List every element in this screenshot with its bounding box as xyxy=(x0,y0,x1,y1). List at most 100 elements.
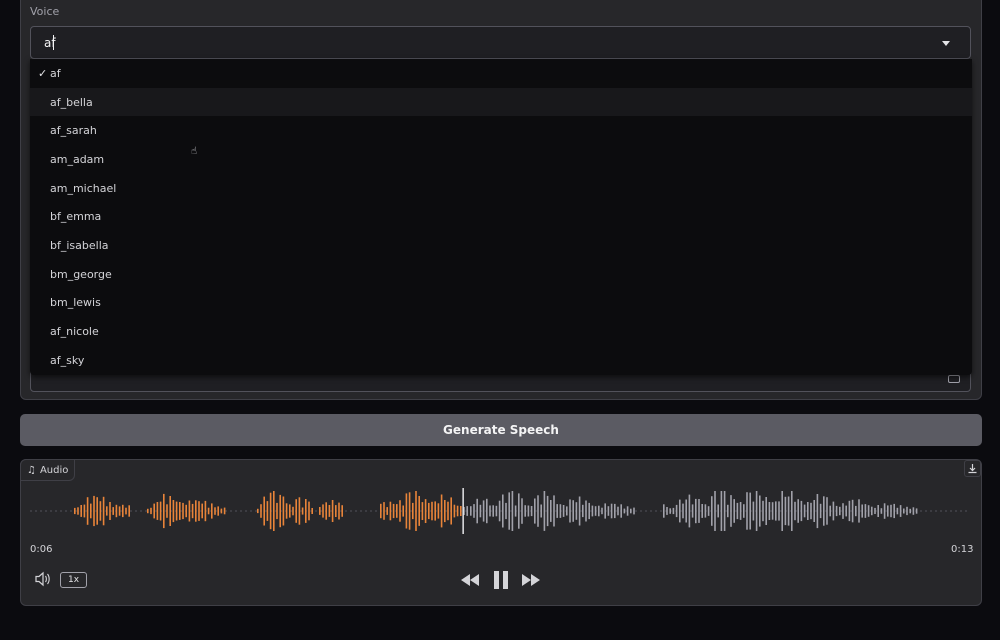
waveform-bar xyxy=(96,497,98,525)
waveform-bar xyxy=(447,501,449,521)
waveform-bar xyxy=(453,504,456,518)
waveform-bar xyxy=(470,506,472,516)
waveform-bar xyxy=(341,505,343,517)
voice-option-label: af xyxy=(50,66,61,80)
waveform-bar xyxy=(675,504,678,518)
waveform-bar xyxy=(623,508,626,514)
chevron-down-icon[interactable] xyxy=(942,41,950,46)
waveform-bar xyxy=(399,500,401,522)
voice-option-bf-emma[interactable]: bf_emma xyxy=(30,202,972,231)
voice-option-af-sarah[interactable]: af_sarah xyxy=(30,116,972,145)
waveform-bar xyxy=(289,504,291,518)
waveform-bar xyxy=(755,491,758,531)
waveform-bar xyxy=(698,499,700,523)
waveform-bar xyxy=(588,502,590,520)
waveform-bar xyxy=(279,494,281,528)
waveform-bar xyxy=(723,491,726,531)
waveform-bar xyxy=(112,507,114,515)
voice-option-af[interactable]: ✓ af xyxy=(30,59,972,88)
voice-option-bm-lewis[interactable]: bm_lewis xyxy=(30,289,972,318)
waveform-bar xyxy=(537,495,539,527)
download-icon[interactable] xyxy=(964,460,981,477)
waveform-bar xyxy=(679,499,681,523)
voice-option-af-nicole[interactable]: af_nicole xyxy=(30,317,972,346)
voice-option-af-sky[interactable]: af_sky xyxy=(30,346,972,375)
waveform-bar xyxy=(739,502,742,520)
waveform-bar xyxy=(74,507,76,515)
voice-option-label: bf_isabella xyxy=(50,238,109,252)
voice-option-bm-george[interactable]: bm_george xyxy=(30,260,972,289)
waveform-bar xyxy=(669,508,671,514)
waveform-bar xyxy=(424,499,427,523)
waveform-bar xyxy=(311,508,313,514)
waveform-bar xyxy=(775,501,777,521)
waveform-bar xyxy=(83,504,86,518)
voice-dropdown[interactable]: af xyxy=(30,26,971,59)
fast-forward-icon[interactable] xyxy=(521,570,541,593)
waveform-bar xyxy=(765,497,767,525)
waveform-bar xyxy=(473,504,475,518)
waveform-bar xyxy=(546,495,549,527)
waveform-bar xyxy=(476,498,478,524)
waveform-bar xyxy=(566,506,568,516)
waveform-bar xyxy=(421,502,424,520)
waveform-bar xyxy=(711,496,713,526)
waveform-bar xyxy=(128,505,130,517)
waveform-bar xyxy=(826,497,828,525)
waveform-bar xyxy=(188,500,191,522)
waveform-bar xyxy=(614,503,616,519)
waveform-bar xyxy=(412,502,414,520)
waveform-bar xyxy=(550,500,552,522)
waveform-bar xyxy=(585,500,587,522)
voice-option-am-adam[interactable]: am_adam xyxy=(30,145,972,174)
generate-speech-button[interactable]: Generate Speech xyxy=(20,414,982,446)
waveform-bar xyxy=(762,500,764,522)
waveform-bar xyxy=(305,499,307,523)
waveform-bar xyxy=(498,500,501,522)
waveform-bar xyxy=(122,504,124,518)
voice-option-bf-isabella[interactable]: bf_isabella xyxy=(30,231,972,260)
waveform-bar xyxy=(743,504,745,518)
voice-option-label: bm_lewis xyxy=(50,296,101,310)
waveform-bar xyxy=(118,506,121,516)
waveform-bar xyxy=(431,501,433,521)
waveform-bar xyxy=(752,501,755,521)
waveform-bar xyxy=(159,501,162,521)
waveform-bar xyxy=(415,491,417,531)
waveform-bar xyxy=(572,500,574,522)
rewind-icon[interactable] xyxy=(460,570,480,593)
waveform-bar xyxy=(575,502,578,520)
waveform-bar xyxy=(598,505,600,517)
waveform-bar xyxy=(282,496,285,526)
playback-rate-button[interactable]: 1x xyxy=(60,572,87,588)
waveform-bar xyxy=(479,504,482,518)
waveform-bar xyxy=(848,500,851,522)
waveform-bar xyxy=(569,499,571,523)
waveform-bar xyxy=(217,506,219,516)
waveform-bar xyxy=(434,501,436,521)
waveform-bar xyxy=(807,502,809,520)
waveform-bar xyxy=(405,493,408,529)
waveform-bar xyxy=(594,506,597,516)
voice-option-af-bella[interactable]: af_bella xyxy=(30,87,972,117)
waveform[interactable] xyxy=(30,488,970,534)
waveform-bar xyxy=(408,492,411,530)
waveform-bar xyxy=(883,503,886,519)
waveform-bar xyxy=(604,503,606,519)
pause-icon[interactable] xyxy=(491,570,511,593)
waveform-bar xyxy=(383,502,385,520)
voice-option-label: bf_emma xyxy=(50,210,102,224)
waveform-bar xyxy=(543,491,546,531)
voice-option-am-michael[interactable]: am_michael xyxy=(30,174,972,203)
waveform-bar xyxy=(607,506,610,516)
current-time: 0:06 xyxy=(30,544,53,555)
waveform-bar xyxy=(912,507,915,515)
playhead xyxy=(462,488,464,534)
volume-icon[interactable] xyxy=(34,571,52,591)
waveform-bar xyxy=(861,504,863,518)
waveform-bar xyxy=(223,507,226,515)
waveform-bar xyxy=(759,495,761,527)
waveform-bar xyxy=(630,508,632,514)
waveform-bar xyxy=(220,508,223,514)
waveform-bar xyxy=(672,507,675,515)
